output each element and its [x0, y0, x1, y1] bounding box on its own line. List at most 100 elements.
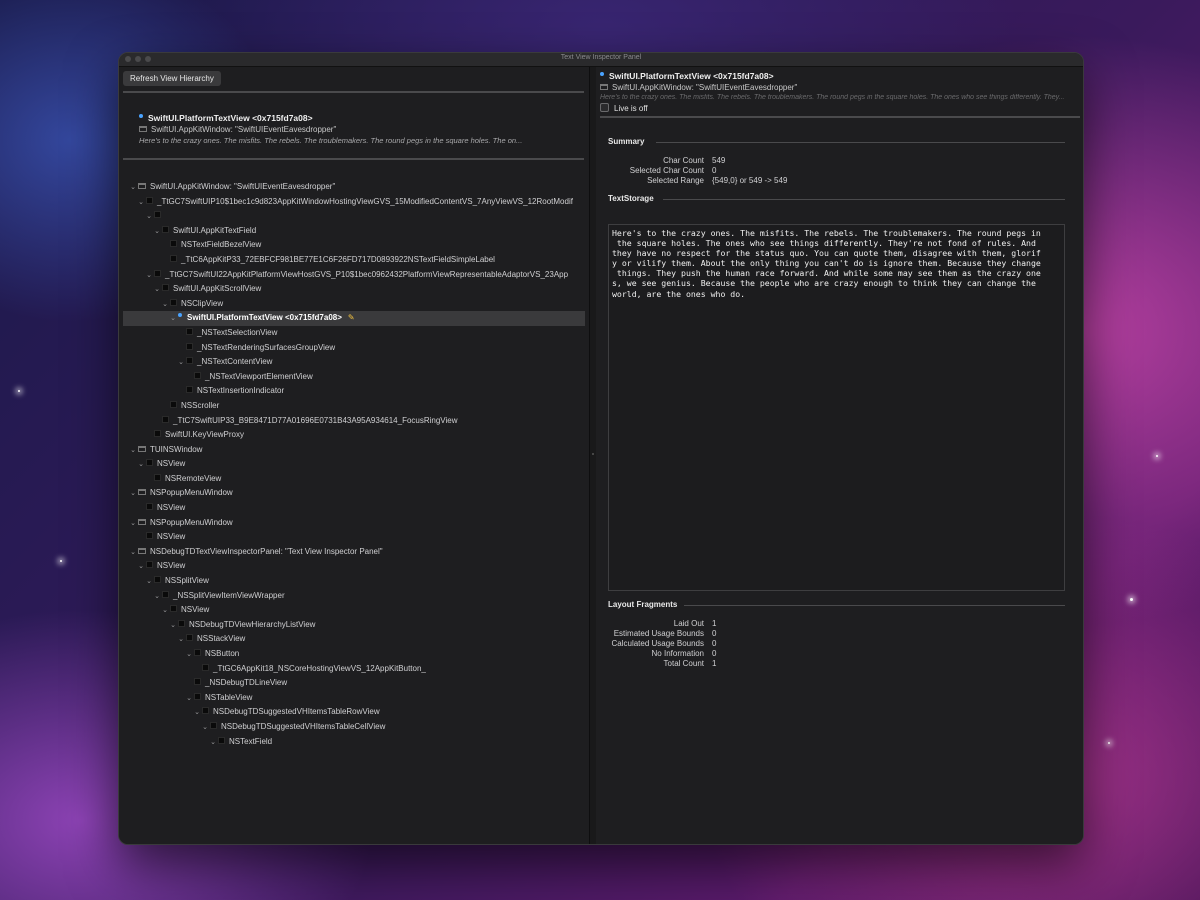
tree-row[interactable]: NSTextFieldBezelView: [123, 238, 585, 253]
disclosure-chevron-icon[interactable]: ⌄: [145, 269, 153, 283]
tree-row-label: NSTextInsertionIndicator: [197, 386, 285, 396]
tree-row[interactable]: ⌄ NSTableView: [123, 691, 585, 706]
tree-row-label: SwiftUI.AppKitScrollView: [173, 284, 262, 294]
disclosure-chevron-icon[interactable]: ⌄: [129, 546, 137, 560]
info-value: 0: [712, 639, 717, 648]
disclosure-chevron-icon[interactable]: ⌄: [185, 648, 193, 662]
tree-row[interactable]: ⌄ NSPopupMenuWindow: [123, 516, 585, 531]
summary-heading: Summary: [608, 137, 645, 146]
view-icon: [162, 225, 169, 233]
tree-row[interactable]: ⌄ _TtGC7SwiftUIP10$1bec1c9d823AppKitWindo…: [123, 195, 585, 210]
disclosure-chevron-icon[interactable]: ⌄: [153, 283, 161, 297]
view-dot-icon: [139, 114, 143, 118]
tree-row[interactable]: ⌄ NSPopupMenuWindow: [123, 486, 585, 501]
view-icon: [194, 371, 201, 379]
info-key: Selected Range: [647, 176, 704, 185]
disclosure-chevron-icon[interactable]: ⌄: [177, 356, 185, 370]
disclosure-chevron-icon[interactable]: ⌄: [137, 560, 145, 574]
disclosure-chevron-icon[interactable]: ⌄: [129, 487, 137, 501]
tree-row[interactable]: ⌄ NSTextField: [123, 735, 585, 750]
tree-row[interactable]: ⌄ SwiftUI.AppKitWindow: "SwiftUIEventEave…: [123, 180, 585, 195]
disclosure-chevron-icon[interactable]: ⌄: [153, 590, 161, 604]
tree-row[interactable]: NSRemoteView: [123, 472, 585, 487]
selected-view-summary[interactable]: SwiftUI.PlatformTextView <0x715fd7a08> S…: [139, 113, 579, 145]
disclosure-chevron-icon[interactable]: ⌄: [185, 692, 193, 706]
tree-row[interactable]: _TtC7SwiftUIP33_B9E8471D77A01696E0731B43…: [123, 414, 585, 429]
info-key: No Information: [651, 649, 704, 658]
tree-row[interactable]: ⌄ NSDebugTDTextViewInspectorPanel: "Text …: [123, 545, 585, 560]
tree-row[interactable]: SwiftUI.KeyViewProxy: [123, 428, 585, 443]
tree-row[interactable]: NSTextInsertionIndicator: [123, 384, 585, 399]
disclosure-chevron-icon[interactable]: ⌄: [177, 633, 185, 647]
view-icon: [146, 503, 153, 511]
disclosure-chevron-icon[interactable]: ⌄: [169, 312, 177, 326]
tree-row[interactable]: _NSTextRenderingSurfacesGroupView: [123, 341, 585, 356]
tree-row[interactable]: _TtC6AppKitP33_72EBFCF981BE77E1C6F26FD71…: [123, 253, 585, 268]
info-row: Estimated Usage Bounds 0: [604, 629, 717, 638]
disclosure-chevron-icon[interactable]: ⌄: [145, 210, 153, 224]
tree-row[interactable]: ⌄ _NSSplitViewItemViewWrapper: [123, 589, 585, 604]
disclosure-chevron-icon[interactable]: ⌄: [129, 444, 137, 458]
tree-row[interactable]: ⌄ SwiftUI.AppKitTextField: [123, 224, 585, 239]
tree-row-label: NSDebugTDSuggestedVHItemsTableCellView: [221, 721, 386, 731]
tree-row[interactable]: ⌄ NSView: [123, 457, 585, 472]
textstorage-heading: TextStorage: [608, 194, 654, 203]
window-icon: [138, 445, 146, 452]
tree-row-label: _NSTextContentView: [197, 357, 273, 367]
view-icon: [170, 400, 177, 408]
info-row: Total Count 1: [604, 659, 717, 668]
disclosure-chevron-icon[interactable]: ⌄: [193, 706, 201, 720]
tree-row[interactable]: _TtGC6AppKit18_NSCoreHostingViewVS_12App…: [123, 662, 585, 677]
live-toggle[interactable]: Live is off: [600, 103, 1080, 113]
disclosure-chevron-icon[interactable]: ⌄: [209, 736, 217, 750]
live-checkbox[interactable]: [600, 103, 609, 112]
selected-view-title: SwiftUI.PlatformTextView <0x715fd7a08>: [148, 113, 313, 123]
tree-row-label: NSView: [157, 503, 186, 513]
section-separator: [663, 199, 1065, 200]
tree-row[interactable]: NSView: [123, 530, 585, 545]
tree-row[interactable]: _NSDebugTDLineView: [123, 676, 585, 691]
section-separator: [684, 605, 1065, 606]
view-dot-icon: [600, 72, 604, 76]
disclosure-chevron-icon[interactable]: ⌄: [129, 181, 137, 195]
disclosure-chevron-icon[interactable]: ⌄: [161, 604, 169, 618]
info-value: 1: [712, 659, 717, 668]
tree-row[interactable]: ⌄ NSButton: [123, 647, 585, 662]
disclosure-chevron-icon[interactable]: ⌄: [137, 458, 145, 472]
disclosure-chevron-icon[interactable]: ⌄: [161, 298, 169, 312]
tree-row[interactable]: _NSTextSelectionView: [123, 326, 585, 341]
disclosure-chevron-icon[interactable]: ⌄: [137, 196, 145, 210]
tree-row-label: TUINSWindow: [150, 444, 203, 454]
tree-row[interactable]: ⌄ _TtGC7SwiftUI22AppKitPlatformViewHostGV…: [123, 268, 585, 283]
tree-row[interactable]: ⌄: [123, 209, 585, 224]
tree-row[interactable]: _NSTextViewportElementView: [123, 370, 585, 385]
tree-row[interactable]: ⌄ SwiftUI.AppKitScrollView: [123, 282, 585, 297]
divider-handle-icon[interactable]: [592, 453, 594, 455]
tree-row[interactable]: ⌄ SwiftUI.PlatformTextView <0x715fd7a08> ✎: [123, 311, 585, 326]
tree-row[interactable]: ⌄ NSSplitView: [123, 574, 585, 589]
tree-row[interactable]: ⌄ TUINSWindow: [123, 443, 585, 458]
tree-row-label: NSSplitView: [165, 576, 209, 586]
refresh-view-hierarchy-button[interactable]: Refresh View Hierarchy: [123, 71, 221, 86]
info-value: 1: [712, 619, 717, 628]
tree-row[interactable]: ⌄ NSView: [123, 603, 585, 618]
tree-row-label: _TtGC7SwiftUI22AppKitPlatformViewHostGVS…: [165, 269, 569, 279]
tree-row[interactable]: ⌄ NSStackView: [123, 632, 585, 647]
tree-row[interactable]: ⌄ NSDebugTDViewHierarchyListView: [123, 618, 585, 633]
info-value: 549: [712, 156, 726, 165]
tree-row[interactable]: ⌄ NSClipView: [123, 297, 585, 312]
disclosure-chevron-icon[interactable]: ⌄: [145, 575, 153, 589]
tree-row[interactable]: ⌄ NSDebugTDSuggestedVHItemsTableCellView: [123, 720, 585, 735]
disclosure-chevron-icon[interactable]: ⌄: [169, 619, 177, 633]
tree-row[interactable]: NSView: [123, 501, 585, 516]
tree-row[interactable]: ⌄ NSView: [123, 559, 585, 574]
view-icon: [218, 736, 225, 744]
tree-row[interactable]: NSScroller: [123, 399, 585, 414]
textstorage-textview[interactable]: Here's to the crazy ones. The misfits. T…: [608, 224, 1065, 591]
tree-row[interactable]: ⌄ NSDebugTDSuggestedVHItemsTableRowView: [123, 705, 585, 720]
disclosure-chevron-icon[interactable]: ⌄: [129, 517, 137, 531]
tree-row[interactable]: ⌄ _NSTextContentView: [123, 355, 585, 370]
disclosure-chevron-icon[interactable]: ⌄: [201, 721, 209, 735]
window-icon: [138, 518, 146, 525]
disclosure-chevron-icon[interactable]: ⌄: [153, 225, 161, 239]
